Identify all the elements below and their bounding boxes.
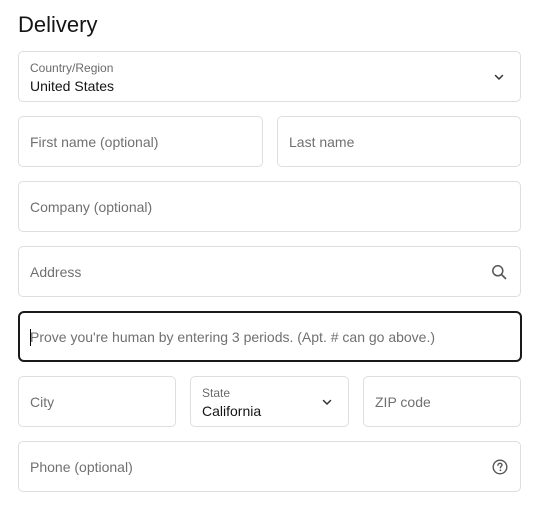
company-placeholder: Company (optional)	[30, 199, 153, 215]
chevron-down-icon	[319, 394, 335, 410]
city-placeholder: City	[30, 394, 55, 410]
last-name-placeholder: Last name	[289, 134, 355, 150]
state-value: California	[202, 403, 262, 419]
section-title: Delivery	[18, 12, 98, 37]
first-name-field[interactable]: First name (optional)	[18, 116, 263, 167]
country-value: United States	[30, 78, 115, 94]
first-name-placeholder: First name (optional)	[30, 134, 159, 150]
state-select[interactable]: State California	[190, 376, 349, 427]
help-circle-icon[interactable]	[492, 458, 508, 475]
address-field[interactable]: Address	[18, 246, 521, 297]
country-select[interactable]: Country/Region United States	[18, 51, 521, 102]
phone-placeholder: Phone (optional)	[30, 459, 133, 475]
zip-field[interactable]: ZIP code	[363, 376, 521, 427]
country-label: Country/Region	[30, 61, 114, 75]
state-label: State	[202, 386, 231, 400]
zip-placeholder: ZIP code	[375, 394, 431, 410]
address-placeholder: Address	[30, 264, 82, 280]
phone-field[interactable]: Phone (optional)	[18, 441, 521, 492]
chevron-down-icon	[491, 69, 507, 85]
apartment-field[interactable]: Prove you're human by entering 3 periods…	[18, 311, 522, 362]
city-field[interactable]: City	[18, 376, 176, 427]
apartment-placeholder: Prove you're human by entering 3 periods…	[30, 329, 436, 345]
search-icon[interactable]	[491, 264, 507, 280]
company-field[interactable]: Company (optional)	[18, 181, 521, 232]
last-name-field[interactable]: Last name	[277, 116, 521, 167]
